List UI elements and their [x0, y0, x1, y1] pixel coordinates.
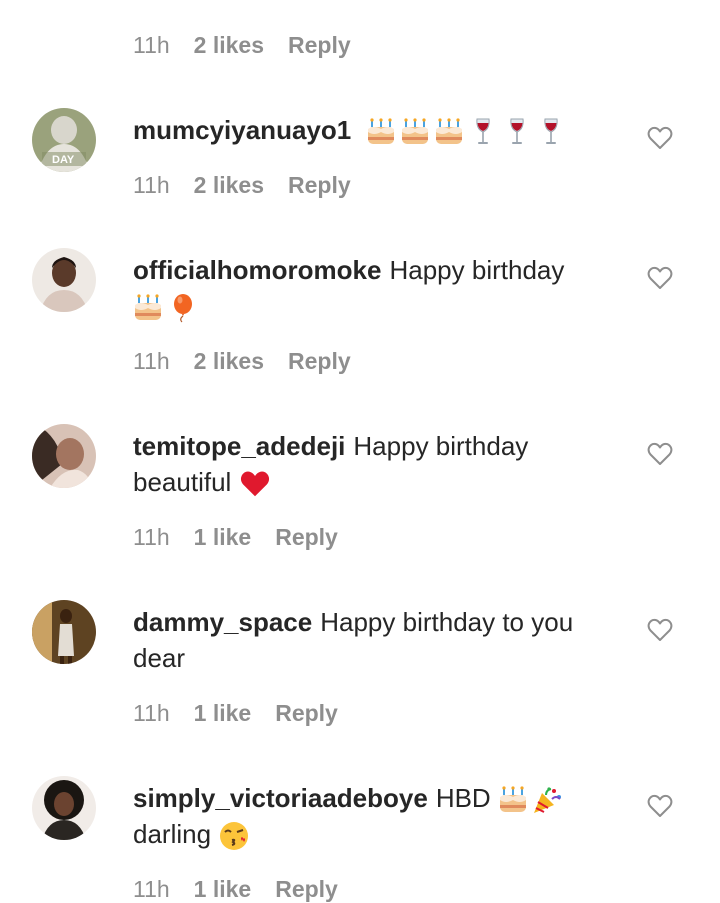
like-count-button[interactable]: 2 likes: [194, 348, 264, 375]
like-heart-icon[interactable]: [647, 126, 673, 150]
comment-timestamp: 11h: [133, 32, 170, 58]
comment-message-continued: darling: [133, 819, 212, 849]
comment-username[interactable]: officialhomoromoke: [133, 255, 381, 285]
avatar[interactable]: [32, 776, 96, 840]
comment-text: temitope_adedeji Happy birthday beautiful: [133, 428, 603, 500]
birthday-cake-icon: [368, 118, 395, 145]
comment-username[interactable]: mumcyiyanuayo1: [133, 115, 351, 145]
wine-glass-icon: [544, 118, 559, 145]
avatar[interactable]: [32, 600, 96, 664]
reply-button[interactable]: Reply: [288, 348, 351, 375]
reply-button[interactable]: Reply: [275, 524, 338, 551]
comment-text: simply_victoriaadeboye HBD darling: [133, 780, 603, 852]
comment-message: Happy birthday: [389, 255, 565, 285]
reply-button[interactable]: Reply: [288, 32, 351, 59]
like-heart-icon[interactable]: [647, 794, 673, 818]
comment-username[interactable]: temitope_adedeji: [133, 431, 345, 461]
comment-meta-row: 11h 1 like Reply: [133, 700, 338, 727]
comment-timestamp: 11h: [133, 348, 170, 374]
reply-button[interactable]: Reply: [275, 700, 338, 727]
like-count-button[interactable]: 1 like: [194, 524, 252, 551]
like-count-button[interactable]: 1 like: [194, 876, 252, 903]
comment-timestamp: 11h: [133, 876, 170, 902]
avatar[interactable]: [32, 248, 96, 312]
comment-meta-row: 11h 2 likes Reply: [133, 172, 351, 199]
emoji-group: [359, 115, 570, 145]
comment-text: officialhomoromoke Happy birthday: [133, 252, 603, 324]
avatar[interactable]: [32, 424, 96, 488]
birthday-cake-icon: [436, 118, 463, 145]
comment-meta-row: 11h 1 like Reply: [133, 524, 338, 551]
like-heart-icon[interactable]: [647, 266, 673, 290]
birthday-cake-icon: [402, 118, 429, 145]
party-popper-icon: [533, 787, 561, 814]
kissing-face-icon: [220, 822, 249, 851]
birthday-cake-icon: [499, 786, 526, 813]
reply-button[interactable]: Reply: [288, 172, 351, 199]
wine-glass-icon: [476, 118, 491, 145]
like-heart-icon[interactable]: [647, 618, 673, 642]
balloon-icon: [174, 294, 192, 323]
red-heart-icon: [240, 471, 269, 497]
like-count-button[interactable]: 2 likes: [194, 32, 264, 59]
comment-username[interactable]: simply_victoriaadeboye: [133, 783, 428, 813]
avatar-text: DAY: [52, 154, 75, 166]
comment-text: mumcyiyanuayo1: [133, 112, 603, 148]
like-count-button[interactable]: 1 like: [194, 700, 252, 727]
comment-timestamp: 11h: [133, 524, 170, 550]
comment-meta-row: 11h 1 like Reply: [133, 876, 338, 903]
comment-meta-row: 11h 2 likes Reply: [133, 32, 351, 59]
comment-message: HBD: [435, 783, 491, 813]
reply-button[interactable]: Reply: [275, 876, 338, 903]
avatar[interactable]: DAY: [32, 108, 96, 172]
comment-text: dammy_space Happy birthday to you dear: [133, 604, 603, 676]
wine-glass-icon: [510, 118, 525, 145]
like-heart-icon[interactable]: [647, 442, 673, 466]
comment-username[interactable]: dammy_space: [133, 607, 312, 637]
comment-timestamp: 11h: [133, 700, 170, 726]
comment-meta-row: 11h 2 likes Reply: [133, 348, 351, 375]
comment-timestamp: 11h: [133, 172, 170, 198]
like-count-button[interactable]: 2 likes: [194, 172, 264, 199]
birthday-cake-icon: [135, 294, 161, 321]
